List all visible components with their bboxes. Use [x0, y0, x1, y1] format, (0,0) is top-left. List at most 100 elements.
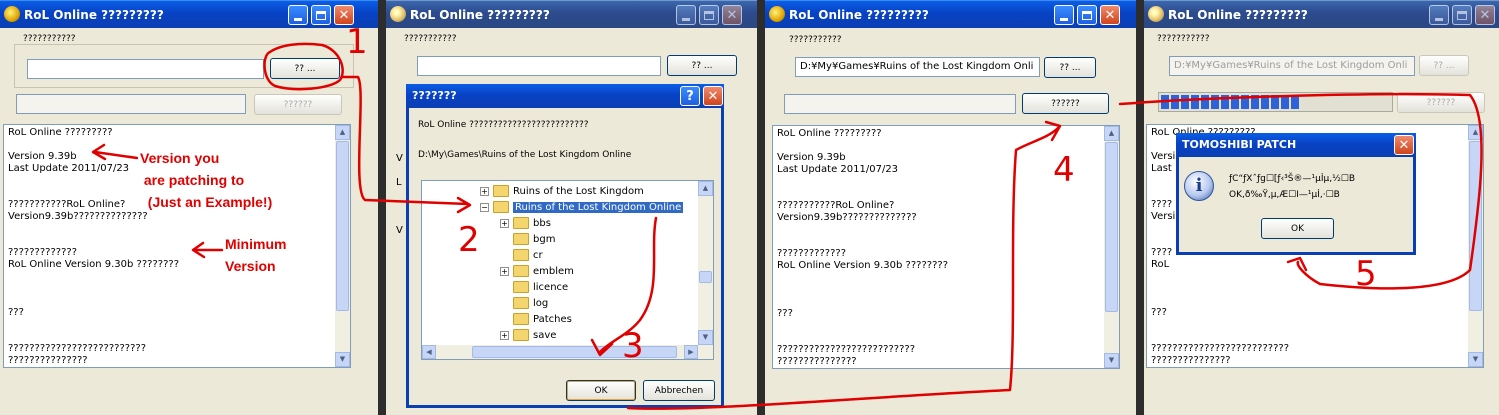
tree-item[interactable]: cr — [500, 247, 543, 263]
folder-icon — [513, 329, 529, 341]
expand-icon[interactable]: + — [500, 266, 509, 276]
scroll-down-icon[interactable]: ▼ — [698, 330, 713, 345]
ok-button[interactable]: OK — [566, 380, 636, 401]
tree-item[interactable]: bgm — [500, 231, 555, 247]
folder-icon — [513, 233, 529, 245]
scroll-thumb[interactable] — [1105, 142, 1118, 312]
info-line: RoL Online ????????? — [777, 128, 882, 139]
horizontal-scrollbar[interactable]: ◀ ▶ — [422, 345, 713, 359]
browse-button[interactable]: ?? ... — [667, 55, 737, 76]
info-line — [1151, 295, 1289, 307]
tree-item[interactable]: + emblem — [500, 263, 574, 279]
tree-item[interactable]: − Ruins of the Lost Kingdom Online — [480, 199, 684, 215]
cancel-button[interactable]: Abbrechen — [643, 380, 715, 401]
start-patch-button[interactable]: ?????? — [1397, 92, 1485, 113]
scroll-up-icon[interactable]: ▲ — [698, 181, 713, 196]
tree-item-label: Ruins of the Lost Kingdom Online — [513, 201, 684, 213]
browse-button[interactable]: ?? ... — [1419, 55, 1469, 76]
tree-item[interactable]: + bbs — [500, 215, 551, 231]
minimize-button[interactable] — [676, 5, 696, 25]
close-button[interactable]: ✕ — [1100, 5, 1120, 25]
popup-title-bar[interactable]: TOMOSHIBI PATCH ✕ — [1176, 133, 1416, 157]
tree-item[interactable]: Patches — [500, 311, 572, 327]
info-line — [777, 224, 948, 236]
popup-ok-button[interactable]: OK — [1261, 218, 1334, 239]
popup-message-line1: ƒC“ƒXˆƒg☐[ƒ‹³Š®—¹µİµ,½☐B — [1229, 174, 1356, 184]
scroll-up-icon[interactable]: ▲ — [1468, 125, 1483, 140]
path-input[interactable] — [417, 56, 661, 76]
tree-item-label: Ruins of the Lost Kingdom — [513, 185, 644, 197]
tree-item[interactable]: licence — [500, 279, 568, 295]
scroll-up-icon[interactable]: ▲ — [335, 125, 350, 140]
close-icon: ✕ — [726, 7, 738, 23]
version-annotation: Version you are patching to (Just an Exa… — [140, 150, 273, 210]
scroll-down-icon[interactable]: ▼ — [1468, 352, 1483, 367]
dialog-close-button[interactable]: ✕ — [703, 86, 723, 106]
minimize-button[interactable] — [288, 5, 308, 25]
scroll-down-icon[interactable]: ▼ — [1104, 353, 1119, 368]
expand-icon[interactable]: − — [480, 202, 489, 212]
popup-close-button[interactable]: ✕ — [1394, 135, 1414, 155]
close-button[interactable]: ✕ — [722, 5, 742, 25]
scrollbar[interactable]: ▲ ▼ — [1104, 126, 1119, 368]
help-button[interactable]: ? — [680, 86, 700, 106]
info-line — [8, 331, 179, 343]
scrollbar[interactable]: ▲ ▼ — [335, 125, 350, 367]
folder-tree[interactable]: ▲ ▼ ◀ ▶ + Ruins of the Lost Kingdom − Ruins… — [421, 180, 714, 360]
maximize-button[interactable] — [699, 5, 719, 25]
maximize-button[interactable] — [1452, 5, 1472, 25]
info-line: ????????????? — [8, 247, 77, 258]
window-title: RoL Online ????????? — [789, 8, 929, 22]
expand-icon[interactable] — [500, 235, 509, 244]
title-bar[interactable]: RoL Online ????????? ✕ — [0, 0, 380, 28]
dialog-title-bar[interactable]: ??????? ? ✕ — [406, 84, 724, 108]
browse-button[interactable]: ?? ... — [270, 58, 340, 79]
step-2-label: 2 — [458, 220, 480, 260]
scroll-up-icon[interactable]: ▲ — [1104, 126, 1119, 141]
browse-button[interactable]: ?? ... — [1044, 57, 1096, 78]
minimize-button[interactable] — [1054, 5, 1074, 25]
info-line: ?????????????????????? — [1151, 367, 1289, 368]
title-bar[interactable]: RoL Online ????????? ✕ — [765, 0, 1137, 28]
scroll-thumb[interactable] — [336, 141, 349, 311]
expand-icon[interactable] — [500, 299, 509, 308]
scroll-thumb[interactable] — [1469, 141, 1482, 311]
scroll-thumb[interactable] — [699, 271, 712, 283]
path-input[interactable] — [27, 59, 264, 79]
close-button[interactable]: ✕ — [1475, 5, 1495, 25]
tree-item[interactable]: log — [500, 295, 548, 311]
scroll-down-icon[interactable]: ▼ — [335, 352, 350, 367]
expand-icon[interactable] — [500, 251, 509, 260]
info-line — [777, 296, 948, 308]
expand-icon[interactable]: + — [500, 330, 509, 340]
maximize-button[interactable] — [1077, 5, 1097, 25]
tree-scrollbar[interactable]: ▲ ▼ — [698, 181, 713, 345]
scrollbar[interactable]: ▲ ▼ — [1468, 125, 1483, 367]
info-line — [777, 272, 948, 284]
info-line: ?????????????????????????? — [1151, 343, 1289, 354]
panel-divider — [757, 0, 765, 415]
scroll-right-icon[interactable]: ▶ — [684, 345, 698, 359]
maximize-button[interactable] — [311, 5, 331, 25]
hscroll-thumb[interactable] — [472, 346, 677, 358]
scroll-left-icon[interactable]: ◀ — [422, 345, 436, 359]
expand-icon[interactable]: + — [480, 186, 489, 196]
path-input[interactable]: D:¥My¥Games¥Ruins of the Lost Kingdom On… — [1169, 56, 1415, 76]
progress-bar — [16, 94, 246, 114]
group-label: ??????????? — [1157, 34, 1210, 44]
folder-icon — [493, 201, 509, 213]
path-input[interactable]: D:¥My¥Games¥Ruins of the Lost Kingdom On… — [795, 57, 1040, 77]
title-bar[interactable]: RoL Online ????????? ✕ — [1144, 0, 1499, 28]
title-bar[interactable]: RoL Online ????????? ✕ — [386, 0, 758, 28]
info-line: Last Update 2011/07/23 — [777, 164, 899, 175]
expand-icon[interactable] — [500, 283, 509, 292]
expand-icon[interactable] — [500, 315, 509, 324]
tree-item[interactable]: + Ruins of the Lost Kingdom — [480, 183, 644, 199]
minimize-button[interactable] — [1429, 5, 1449, 25]
start-patch-button[interactable]: ?????? — [254, 94, 342, 115]
maximize-icon — [1457, 10, 1467, 20]
start-patch-button[interactable]: ?????? — [1022, 93, 1109, 114]
progress-segment — [1241, 95, 1249, 109]
tree-item[interactable]: + save — [500, 327, 556, 343]
expand-icon[interactable]: + — [500, 218, 509, 228]
